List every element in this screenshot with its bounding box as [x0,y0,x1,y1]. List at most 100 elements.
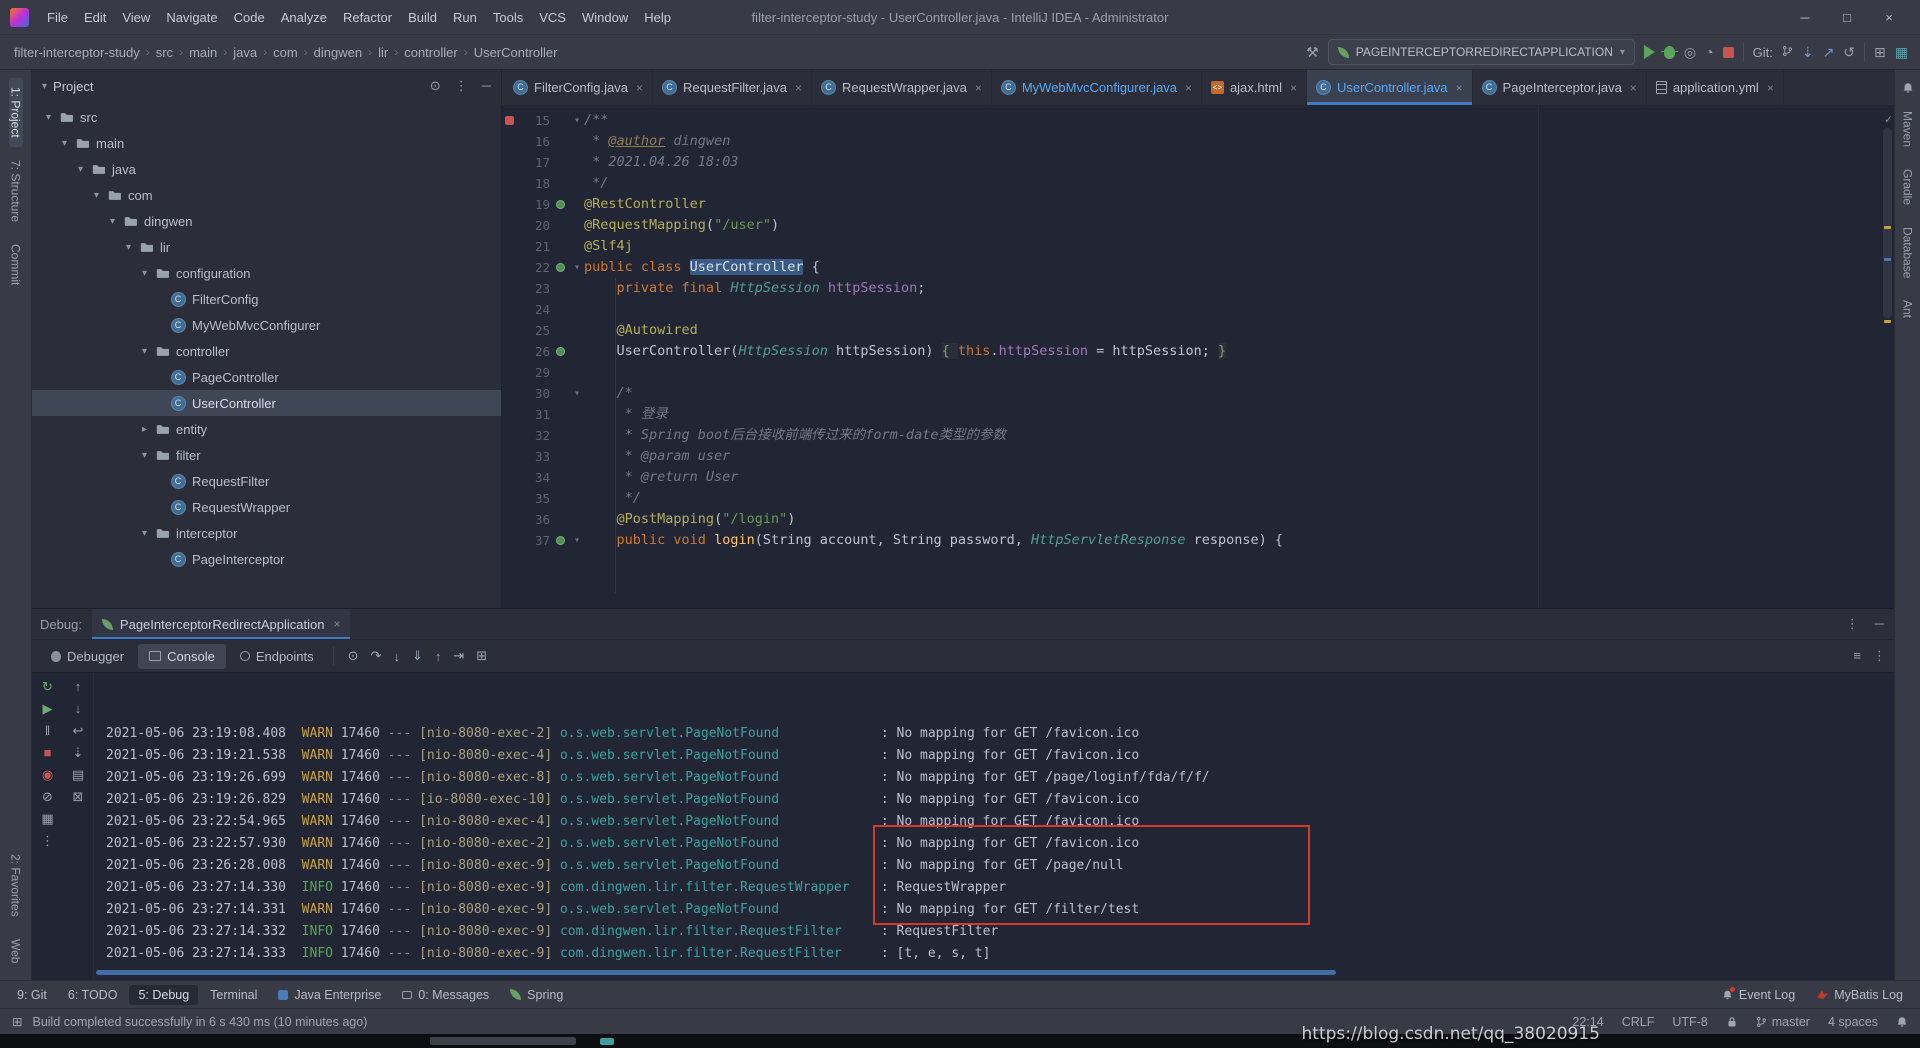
tree-item-pageinterceptor[interactable]: CPageInterceptor [32,546,501,572]
menu-edit[interactable]: Edit [76,10,114,25]
breadcrumb-controller[interactable]: controller [402,45,459,60]
tool-stripe-database[interactable]: Database [1901,218,1915,287]
build-hammer-icon[interactable]: ⚒ [1306,45,1319,59]
toolwindow-button-9-git[interactable]: 9: Git [8,985,56,1005]
tree-item-lir[interactable]: ▾lir [32,234,501,260]
mute-breakpoints-icon[interactable]: ⊘ [42,790,53,803]
tool-stripe-2-favorites[interactable]: 2: Favorites [9,845,23,926]
tab-usercontroller-java[interactable]: CUserController.java× [1307,70,1473,105]
prev-occurrence-icon[interactable]: ↑ [75,680,82,693]
debug-session-tab[interactable]: PageInterceptorRedirectApplication × [92,609,351,639]
tree-chevron-icon[interactable]: ▾ [88,190,105,201]
tree-chevron-icon[interactable]: ▸ [136,424,153,435]
debug-tab-console[interactable]: Console [138,644,226,669]
close-icon[interactable]: × [1454,81,1463,95]
pause-icon[interactable]: ‖ [45,724,50,737]
tree-item-entity[interactable]: ▸entity [32,416,501,442]
tool-stripe-ant[interactable]: Ant [1901,291,1915,327]
tab-ajax-html[interactable]: <>ajax.html× [1202,70,1307,105]
project-panel-header[interactable]: ▾ Project ⊙⋮─ [32,70,501,102]
rerun-icon[interactable]: ↻ [42,680,53,693]
close-icon[interactable]: × [1288,81,1297,95]
tree-item-main[interactable]: ▾main [32,130,501,156]
more-icon[interactable]: ⋮ [1873,648,1886,664]
tree-item-requestfilter[interactable]: CRequestFilter [32,468,501,494]
status-item-crlf[interactable]: CRLF [1622,1015,1655,1029]
tree-chevron-icon[interactable]: ▾ [104,216,121,227]
menu-navigate[interactable]: Navigate [158,10,225,25]
history-icon[interactable]: ↺ [1843,45,1855,59]
tree-chevron-icon[interactable]: ▾ [72,164,89,175]
bookmark-icon[interactable] [505,116,514,125]
next-occurrence-icon[interactable]: ↓ [75,702,82,715]
status-bell-icon[interactable] [1896,1016,1908,1028]
breadcrumb-dingwen[interactable]: dingwen [312,45,364,60]
tab-filterconfig-java[interactable]: CFilterConfig.java× [504,70,653,105]
toolwindow-button-spring[interactable]: Spring [501,985,572,1005]
toolwindow-switcher-icon[interactable]: ⊞ [12,1014,22,1029]
close-icon[interactable]: × [331,617,340,631]
scrollbar-thumb[interactable] [1883,128,1892,318]
close-icon[interactable]: × [1765,81,1774,95]
tree-item-controller[interactable]: ▾controller [32,338,501,364]
status-item-master[interactable]: master [1756,1015,1810,1029]
console-output[interactable]: 2021-05-06 23:19:08.408 WARN 17460 --- [… [94,673,1894,980]
toolwindow-button-mybatis-log[interactable]: MyBatis Log [1808,985,1912,1005]
status-item-utf-8[interactable]: UTF-8 [1672,1015,1707,1029]
menu-tools[interactable]: Tools [485,10,531,25]
close-icon[interactable]: × [973,81,982,95]
console-horizontal-scrollbar[interactable] [96,970,1336,975]
tree-item-requestwrapper[interactable]: CRequestWrapper [32,494,501,520]
step-out-icon[interactable]: ↑ [429,649,448,664]
close-icon[interactable]: × [793,81,802,95]
status-item-4-spaces[interactable]: 4 spaces [1828,1015,1878,1029]
tree-item-pagecontroller[interactable]: CPageController [32,364,501,390]
close-icon[interactable]: × [1183,81,1192,95]
tree-chevron-icon[interactable]: ▾ [40,112,57,123]
restore-layout-icon[interactable]: ▦ [41,812,53,825]
breadcrumb-com[interactable]: com [271,45,300,60]
toolwindow-button-6-todo[interactable]: 6: TODO [59,985,127,1005]
menu-help[interactable]: Help [636,10,679,25]
step-over-icon[interactable]: ↷ [365,648,388,664]
toolwindow-button-event-log[interactable]: Event Log [1713,985,1804,1005]
menu-analyze[interactable]: Analyze [273,10,335,25]
stop-icon[interactable]: ■ [44,746,52,759]
tab-pageinterceptor-java[interactable]: CPageInterceptor.java× [1473,70,1647,105]
show-execution-point-icon[interactable]: ⊙ [342,648,365,664]
menu-window[interactable]: Window [574,10,636,25]
tree-item-usercontroller[interactable]: CUserController [32,390,501,416]
run-button[interactable] [1644,45,1655,59]
toolwindow-button-5-debug[interactable]: 5: Debug [129,985,198,1005]
breadcrumb-usercontroller[interactable]: UserController [472,45,560,60]
git-branch-icon[interactable] [1782,45,1793,59]
warning-mark[interactable] [1884,320,1891,323]
tree-item-dingwen[interactable]: ▾dingwen [32,208,501,234]
info-mark[interactable] [1884,258,1891,261]
inspections-ok-icon[interactable]: ✓ [1885,109,1892,130]
breadcrumb-java[interactable]: java [231,45,259,60]
breadcrumb-filter-interceptor-study[interactable]: filter-interceptor-study [12,45,142,60]
minimize-button[interactable]: ─ [1784,10,1826,25]
spring-bean-gutter-icon[interactable] [556,536,565,545]
debug-button[interactable] [1664,46,1675,59]
options-icon[interactable]: ⋮ [1846,616,1859,632]
close-icon[interactable]: × [1628,81,1637,95]
tree-item-interceptor[interactable]: ▾interceptor [32,520,501,546]
tool-stripe-commit[interactable]: Commit [9,235,23,294]
tab-application-yml[interactable]: application.yml× [1647,70,1784,105]
tree-chevron-icon[interactable]: ▾ [120,242,137,253]
status-lock-icon[interactable] [1726,1016,1738,1028]
breadcrumb-main[interactable]: main [187,45,219,60]
git-update-icon[interactable]: ⇣ [1802,45,1814,59]
tree-chevron-icon[interactable]: ▾ [136,346,153,357]
layout-grid-icon[interactable]: ⊞ [1874,45,1886,59]
menu-view[interactable]: View [114,10,158,25]
menu-build[interactable]: Build [400,10,445,25]
options-icon[interactable]: ⋮ [455,78,468,94]
close-button[interactable]: × [1868,10,1910,25]
git-push-icon[interactable]: ↗ [1823,45,1835,59]
tab-requestfilter-java[interactable]: CRequestFilter.java× [653,70,812,105]
tree-chevron-icon[interactable]: ▾ [136,450,153,461]
hide-panel-icon[interactable]: ─ [482,78,491,94]
